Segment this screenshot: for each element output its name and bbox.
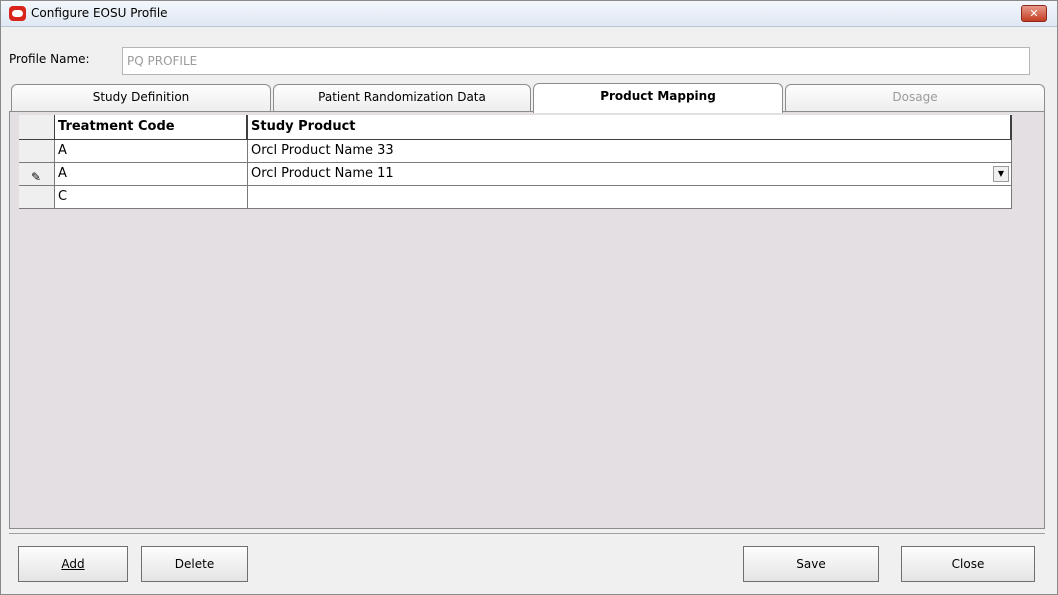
study-product-cell[interactable]: Orcl Product Name 33 xyxy=(248,140,1012,163)
window-title: Configure EOSU Profile xyxy=(31,6,168,20)
treatment-code-cell[interactable]: A xyxy=(55,140,248,163)
tab-study-definition[interactable]: Study Definition xyxy=(11,84,271,111)
chevron-down-icon[interactable]: ▼ xyxy=(993,166,1009,182)
treatment-code-cell[interactable]: C xyxy=(55,186,248,209)
row-selector[interactable] xyxy=(19,186,55,209)
tab-patient-randomization-data[interactable]: Patient Randomization Data xyxy=(273,84,531,111)
title-bar: Configure EOSU Profile ✕ xyxy=(1,1,1057,27)
profile-name-label: Profile Name: xyxy=(9,52,90,66)
window-close-button[interactable]: ✕ xyxy=(1021,5,1047,22)
study-product-dropdown[interactable]: Orcl Product Name 11 ▼ xyxy=(248,163,1012,186)
study-product-selected-value: Orcl Product Name 11 xyxy=(251,166,394,181)
close-button-label: Close xyxy=(951,557,985,571)
treatment-code-cell[interactable]: A xyxy=(55,163,248,186)
configure-profile-window: Configure EOSU Profile ✕ Profile Name: S… xyxy=(0,0,1058,595)
pencil-icon: ✎ xyxy=(31,170,42,184)
column-header-study-product[interactable]: Study Product xyxy=(248,115,1012,140)
tab-dosage: Dosage xyxy=(785,84,1045,111)
add-button-label: Add xyxy=(61,557,85,571)
profile-name-field[interactable] xyxy=(122,47,1030,75)
tab-product-mapping[interactable]: Product Mapping xyxy=(533,83,783,113)
oracle-icon xyxy=(9,6,26,21)
save-button-label: Save xyxy=(796,557,826,571)
footer-divider xyxy=(9,533,1045,534)
add-button[interactable]: Add xyxy=(18,546,128,582)
delete-button[interactable]: Delete xyxy=(141,546,248,582)
delete-button-label: Delete xyxy=(174,557,215,571)
column-header-treatment-code[interactable]: Treatment Code xyxy=(55,115,248,140)
row-selector[interactable]: ✎ xyxy=(19,163,55,186)
study-product-cell[interactable] xyxy=(248,186,1012,209)
row-selector[interactable] xyxy=(19,140,55,163)
row-selector-header xyxy=(19,115,55,140)
save-button[interactable]: Save xyxy=(743,546,879,582)
close-button[interactable]: Close xyxy=(901,546,1035,582)
